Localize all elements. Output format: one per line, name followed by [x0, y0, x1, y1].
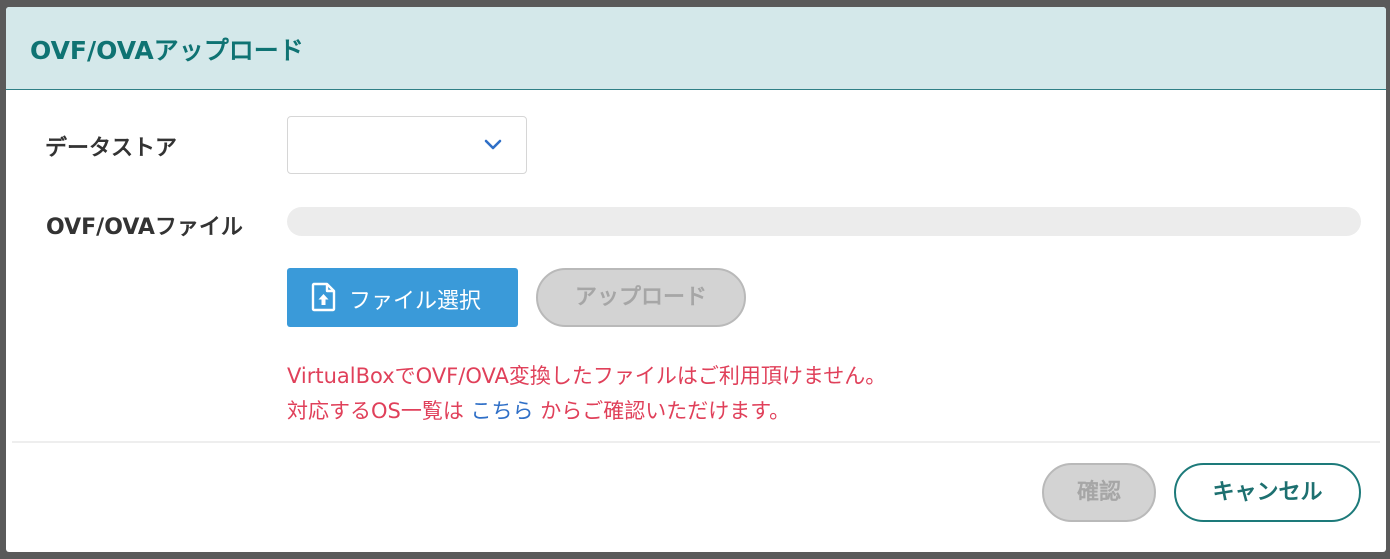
notice-line-2: 対応するOS一覧は こちら からご確認いただけます。: [287, 395, 790, 425]
confirm-button[interactable]: 確認: [1042, 463, 1156, 522]
notice-line-2-suffix: からご確認いただけます。: [533, 399, 791, 423]
datastore-label: データストア: [45, 136, 178, 161]
ovf-file-label: OVF/OVAファイル: [46, 215, 243, 240]
selected-file-field: [287, 207, 1361, 236]
dialog-header: OVF/OVAアップロード: [6, 7, 1386, 90]
notice-line-1: VirtualBoxでOVF/OVA変換したファイルはご利用頂けません。: [287, 364, 887, 388]
select-file-button[interactable]: ファイル選択: [287, 268, 518, 327]
select-file-label: ファイル選択: [349, 289, 482, 314]
notice-line-2-prefix: 対応するOS一覧は: [287, 399, 471, 423]
chevron-down-icon: [484, 139, 502, 150]
cancel-button[interactable]: キャンセル: [1174, 463, 1361, 522]
upload-button[interactable]: アップロード: [536, 268, 746, 327]
footer-divider: [12, 441, 1380, 443]
supported-os-link[interactable]: こちら: [471, 399, 534, 423]
file-upload-icon: [311, 282, 336, 312]
dialog-title: OVF/OVAアップロード: [30, 36, 304, 65]
datastore-select[interactable]: [287, 116, 527, 174]
upload-dialog: OVF/OVAアップロード データストア OVF/OVAファイル ファイル選択 …: [6, 7, 1386, 552]
